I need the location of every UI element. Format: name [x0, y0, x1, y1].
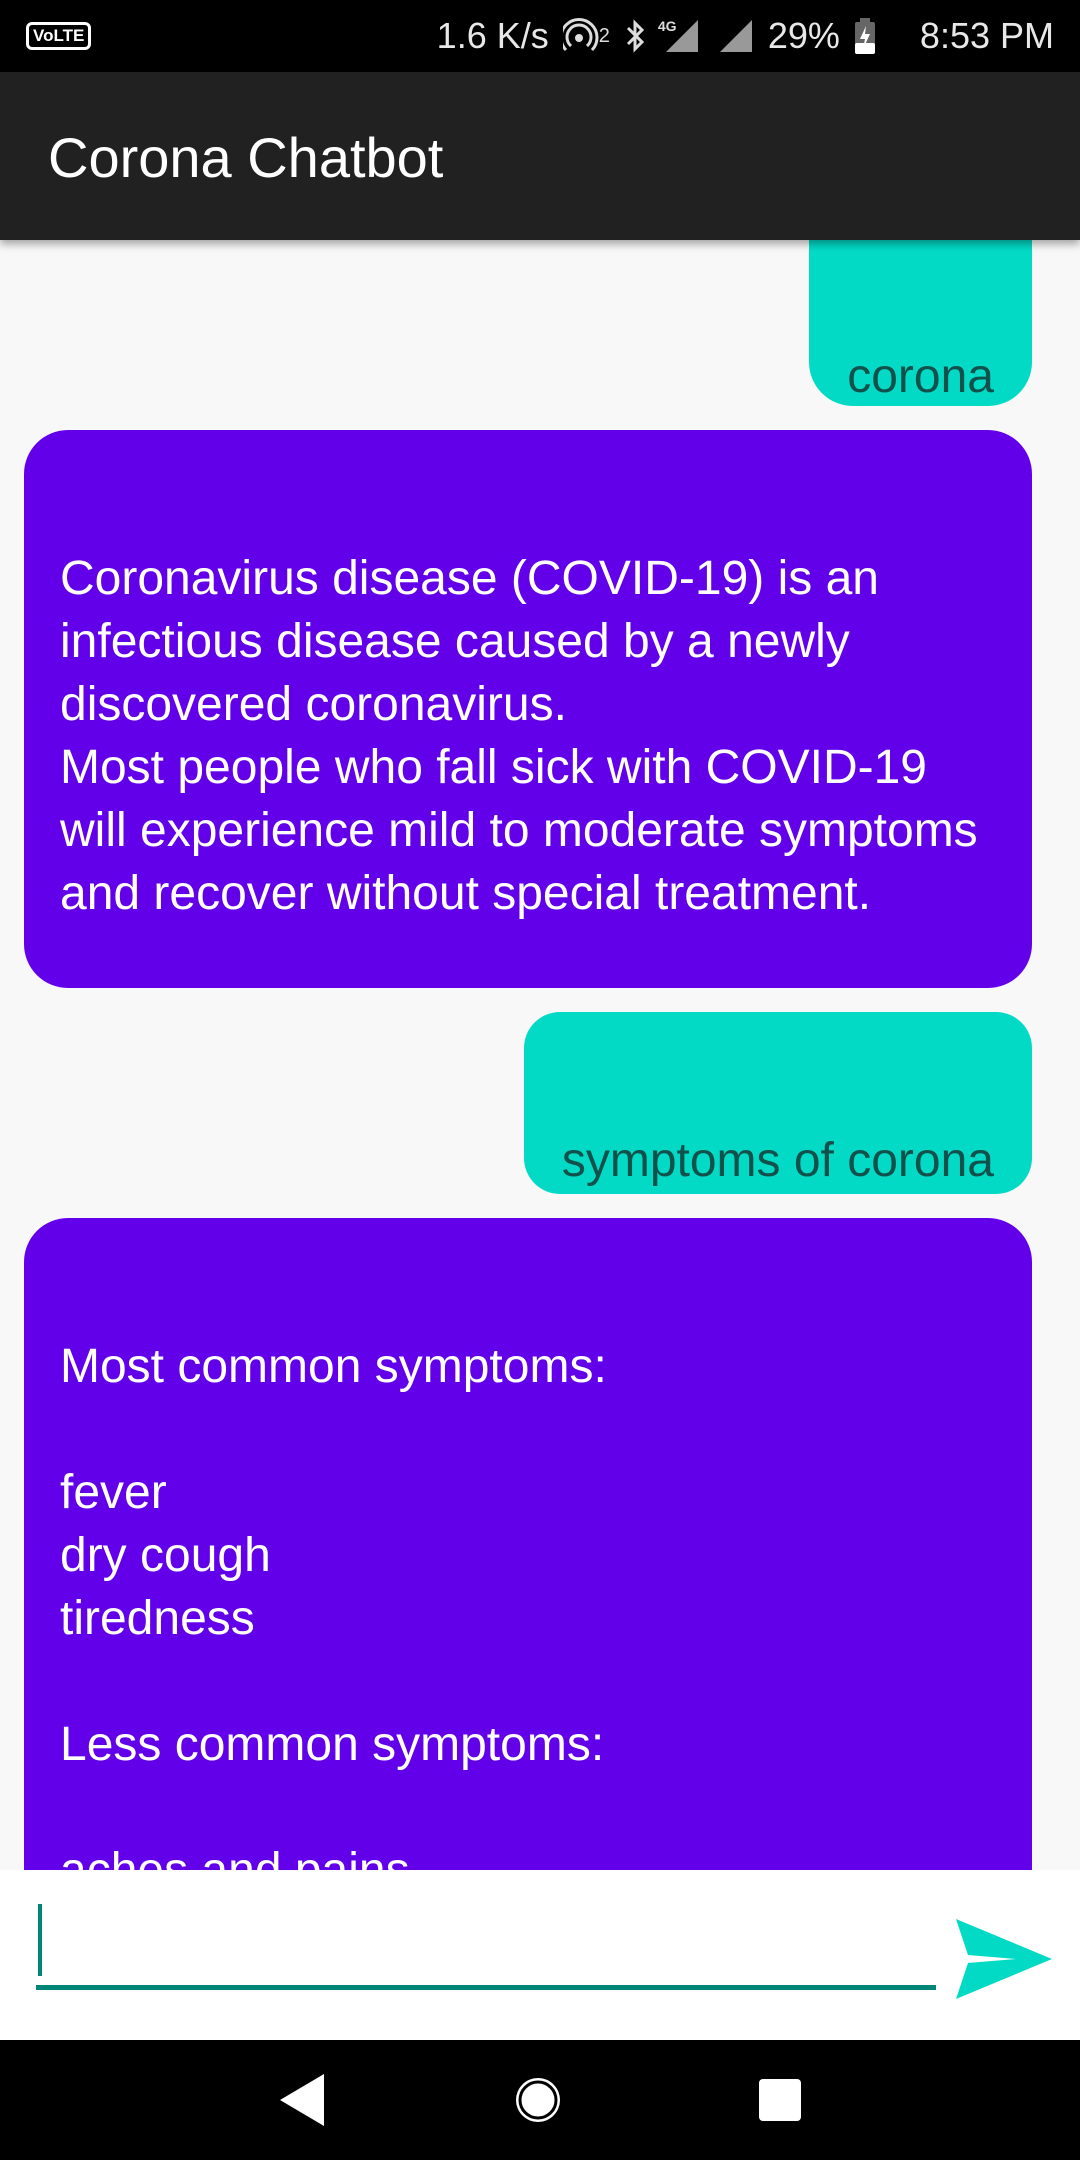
signal-icon: 4G: [657, 18, 700, 54]
text-cursor: [38, 1904, 42, 1976]
home-button[interactable]: [506, 2068, 570, 2132]
status-icons: 1.6 K/s 2 4G 29% 8:53 PM: [437, 0, 1054, 72]
hotspot-count: 2: [598, 24, 610, 47]
volte-badge: VoLTE: [26, 22, 92, 50]
recents-icon: [759, 2079, 801, 2121]
back-icon: [280, 2074, 324, 2126]
message-text: Most common symptoms: fever dry cough ti…: [60, 1340, 607, 1870]
network-speed: 1.6 K/s: [436, 15, 549, 56]
send-button[interactable]: [952, 1916, 1056, 2002]
battery-percent: 29%: [767, 15, 840, 56]
battery-charging-icon: [854, 17, 876, 55]
system-nav-bar: [0, 2040, 1080, 2160]
status-bar: VoLTE 1.6 K/s 2 4G 29% 8:53 PM: [0, 0, 1080, 72]
user-message[interactable]: corona: [809, 240, 1032, 406]
network-type: 4G: [657, 18, 677, 34]
user-message[interactable]: symptoms of corona: [523, 1012, 1032, 1194]
app-bar: Corona Chatbot: [0, 72, 1080, 240]
message-text: symptoms of corona: [561, 1134, 994, 1187]
bluetooth-icon: [624, 18, 646, 54]
recents-button[interactable]: [748, 2068, 812, 2132]
message-text: corona: [847, 350, 994, 403]
composer: [0, 1870, 1080, 2040]
chat-list[interactable]: corona Coronavirus disease (COVID-19) is…: [0, 240, 1080, 1870]
bot-message[interactable]: Most common symptoms: fever dry cough ti…: [24, 1218, 1032, 1870]
clock: 8:53 PM: [919, 15, 1054, 56]
message-text: Coronavirus disease (COVID-19) is an inf…: [60, 552, 978, 920]
back-button[interactable]: [270, 2068, 334, 2132]
bot-message[interactable]: Coronavirus disease (COVID-19) is an inf…: [24, 430, 1032, 988]
signal-icon: [714, 18, 754, 54]
hotspot-icon: 2: [562, 18, 610, 54]
app-title: Corona Chatbot: [48, 126, 444, 189]
send-icon: [956, 1919, 1052, 1999]
message-input[interactable]: [36, 1900, 936, 1990]
home-icon: [516, 2078, 560, 2122]
